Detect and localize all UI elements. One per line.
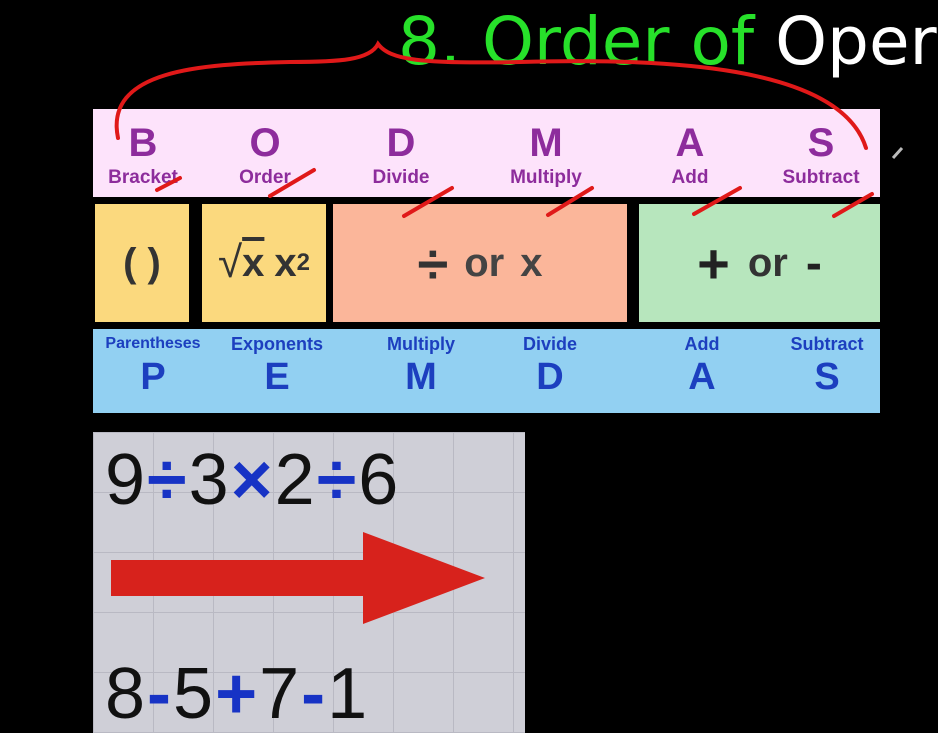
pen-cursor-icon — [891, 146, 904, 160]
check-mark-annotation — [402, 186, 454, 218]
annotation-layer — [114, 40, 904, 218]
check-mark-annotation — [268, 168, 316, 198]
check-mark-annotation — [832, 192, 874, 218]
check-mark-annotation — [692, 186, 742, 216]
check-mark-annotation — [155, 176, 182, 192]
curly-brace-annotation — [114, 40, 868, 150]
check-mark-annotation — [546, 186, 594, 217]
